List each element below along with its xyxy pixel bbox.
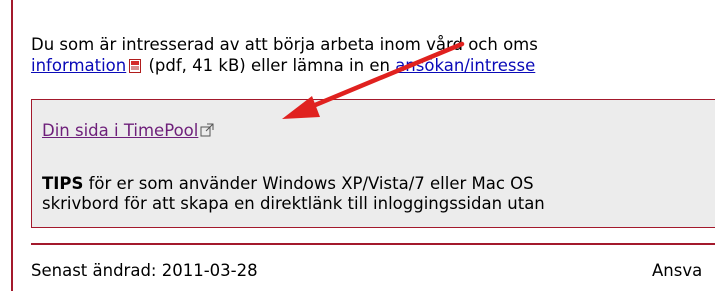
last-modified: Senast ändrad: 2011-03-28 <box>31 261 258 280</box>
tips-line-1-rest: för er som använder Windows XP/Vista/7 e… <box>83 174 534 193</box>
external-link-icon <box>200 122 214 137</box>
information-link[interactable]: information <box>31 56 126 75</box>
timepool-link[interactable]: Din sida i TimePool <box>42 121 214 140</box>
footer-divider <box>31 243 715 245</box>
intro-paragraph: Du som är intresserad av att börja arbet… <box>31 34 715 76</box>
responsible-label: Ansva <box>652 261 703 280</box>
intro-line-2: information (pdf, 41 kB) eller lämna in … <box>31 55 715 76</box>
tips-text: TIPS för er som använder Windows XP/Vist… <box>42 174 545 214</box>
pdf-meta: (pdf, 41 kB) eller lämna in en <box>143 56 396 75</box>
timepool-info-box: Din sida i TimePool TIPS för er som anvä… <box>31 99 715 228</box>
intro-line-1: Du som är intresserad av att börja arbet… <box>31 35 538 54</box>
left-accent-rule <box>11 0 13 291</box>
application-link[interactable]: ansökan/intresse <box>395 56 535 75</box>
timepool-link-label: Din sida i TimePool <box>42 121 199 140</box>
tips-line-1: TIPS för er som använder Windows XP/Vist… <box>42 174 545 194</box>
pdf-icon <box>129 59 142 73</box>
tips-label: TIPS <box>42 174 84 193</box>
tips-line-2: skrivbord för att skapa en direktlänk ti… <box>42 194 545 213</box>
